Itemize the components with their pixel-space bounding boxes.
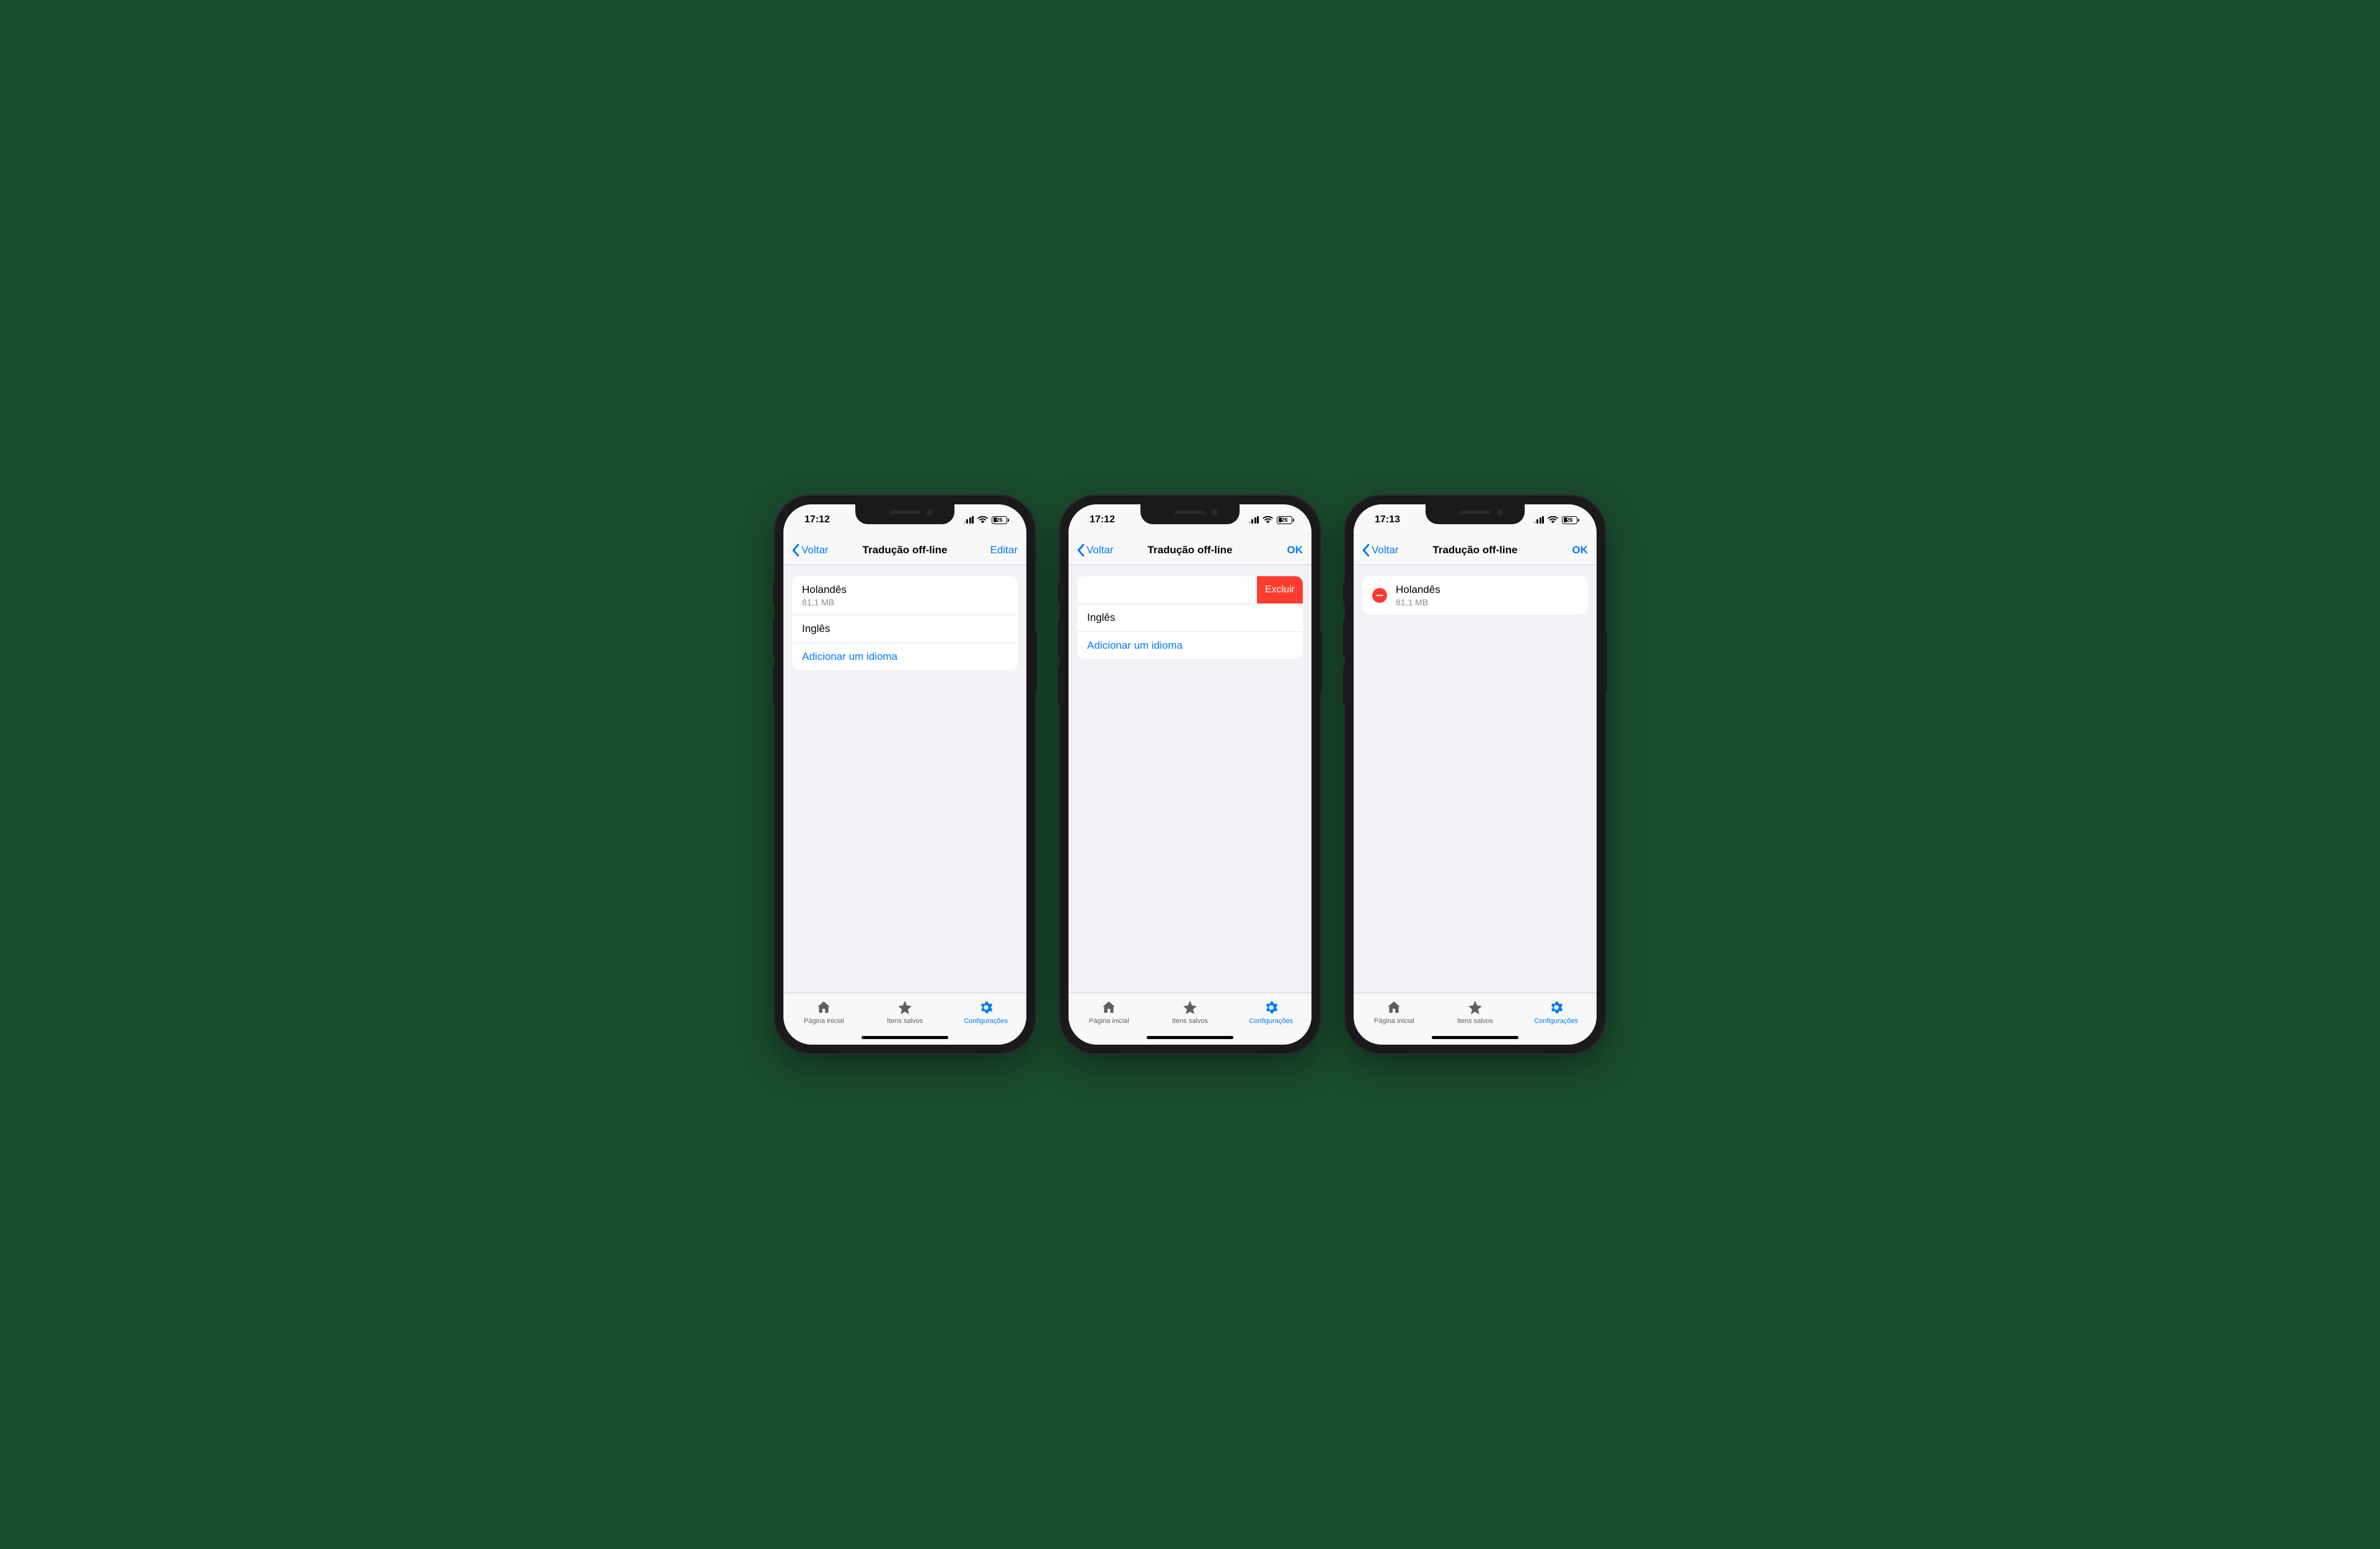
home-indicator[interactable]: [1432, 1036, 1518, 1039]
star-icon: [1182, 999, 1198, 1016]
tab-home[interactable]: Página inicial: [1354, 993, 1435, 1031]
notch: [1426, 504, 1525, 524]
signal-icon: [1249, 516, 1259, 524]
tab-label: Página inicial: [1089, 1017, 1129, 1025]
status-time: 17:12: [804, 514, 830, 525]
home-indicator[interactable]: [862, 1036, 948, 1039]
back-label: Voltar: [1372, 544, 1398, 556]
tab-label: Itens salvos: [1457, 1017, 1493, 1025]
tab-label: Itens salvos: [887, 1017, 923, 1025]
tab-gear[interactable]: Configurações: [945, 993, 1026, 1031]
back-button[interactable]: Voltar: [792, 543, 842, 557]
tab-star[interactable]: Itens salvos: [1435, 993, 1516, 1031]
row-title: Inglês: [802, 623, 1008, 635]
nav-action-button[interactable]: OK: [1538, 544, 1588, 556]
nav-bar: Voltar Tradução off-lineEditar: [783, 535, 1026, 565]
star-icon: [897, 999, 913, 1016]
gear-icon: [978, 999, 994, 1016]
add-language-row[interactable]: Adicionar um idioma: [1077, 632, 1303, 659]
content-area: Holandês81,1 MB: [1354, 565, 1597, 993]
back-button[interactable]: Voltar: [1362, 543, 1412, 557]
row-title-fragment: ês: [1077, 584, 1247, 596]
nav-action-button[interactable]: OK: [1253, 544, 1303, 556]
battery-icon: 26: [992, 516, 1009, 524]
status-time: 17:13: [1375, 514, 1400, 525]
nav-bar: Voltar Tradução off-lineOK: [1069, 535, 1311, 565]
home-icon: [1101, 999, 1117, 1016]
content-area: Holandês81,1 MB Inglês Adicionar um idioma: [783, 565, 1026, 993]
row-title: Adicionar um idioma: [802, 651, 1008, 663]
notch: [855, 504, 954, 524]
tab-label: Configurações: [1534, 1017, 1578, 1025]
tab-gear[interactable]: Configurações: [1515, 993, 1597, 1031]
battery-icon: 26: [1562, 516, 1579, 524]
language-row[interactable]: Holandês81,1 MB: [792, 576, 1018, 615]
wifi-icon: [977, 516, 988, 524]
signal-icon: [964, 516, 974, 524]
page-title: Tradução off-line: [1412, 544, 1538, 556]
gear-icon: [1548, 999, 1564, 1016]
back-label: Voltar: [801, 544, 828, 556]
chevron-left-icon: [792, 543, 800, 557]
back-label: Voltar: [1086, 544, 1113, 556]
phone-frame: 17:1226VoltarTradução off-lineOKêsExclui…: [1060, 496, 1320, 1053]
language-row-edit[interactable]: Holandês81,1 MB: [1362, 576, 1588, 615]
nav-bar: Voltar Tradução off-lineOK: [1354, 535, 1597, 565]
content-area: êsExcluirInglêsAdicionar um idioma: [1069, 565, 1311, 993]
page-title: Tradução off-line: [842, 544, 968, 556]
tab-label: Página inicial: [1374, 1017, 1414, 1025]
home-icon: [816, 999, 832, 1016]
chevron-left-icon: [1362, 543, 1370, 557]
language-row[interactable]: Inglês: [792, 615, 1018, 643]
page-title: Tradução off-line: [1127, 544, 1253, 556]
language-card: Holandês81,1 MB Inglês Adicionar um idioma: [792, 576, 1018, 670]
tab-label: Configurações: [1249, 1017, 1293, 1025]
language-row-swiped[interactable]: êsExcluir: [1077, 576, 1257, 604]
row-sub: 81,1 MB: [802, 597, 1008, 607]
status-time: 17:12: [1090, 514, 1115, 525]
tab-home[interactable]: Página inicial: [783, 993, 865, 1031]
minus-icon[interactable]: [1372, 588, 1387, 603]
back-button[interactable]: Voltar: [1077, 543, 1127, 557]
star-icon: [1467, 999, 1483, 1016]
language-row[interactable]: Inglês: [1077, 604, 1303, 632]
row-title: Inglês: [1087, 612, 1293, 624]
add-language-row[interactable]: Adicionar um idioma: [792, 643, 1018, 670]
wifi-icon: [1263, 516, 1273, 524]
gear-icon: [1263, 999, 1279, 1016]
delete-button[interactable]: Excluir: [1257, 576, 1303, 603]
language-card: êsExcluirInglêsAdicionar um idioma: [1077, 576, 1303, 659]
row-title: Adicionar um idioma: [1087, 639, 1293, 652]
nav-action-button[interactable]: Editar: [968, 544, 1018, 556]
tab-star[interactable]: Itens salvos: [865, 993, 946, 1031]
tab-label: Configurações: [964, 1017, 1008, 1025]
phone-frame: 17:12 26 Voltar Tradução off-lineEditar Hola…: [775, 496, 1035, 1053]
battery-icon: 26: [1277, 516, 1294, 524]
tab-label: Itens salvos: [1172, 1017, 1208, 1025]
phone-frame: 17:13 26 Voltar Tradução off-lineOK Holandês…: [1345, 496, 1605, 1053]
signal-icon: [1534, 516, 1545, 524]
wifi-icon: [1548, 516, 1558, 524]
chevron-left-icon: [1077, 543, 1085, 557]
tab-star[interactable]: Itens salvos: [1150, 993, 1231, 1031]
row-title: Holandês: [802, 584, 1008, 596]
tab-home[interactable]: Página inicial: [1069, 993, 1150, 1031]
language-card: Holandês81,1 MB: [1362, 576, 1588, 615]
tab-label: Página inicial: [804, 1017, 844, 1025]
row-title: Holandês: [1396, 584, 1578, 596]
notch: [1140, 504, 1240, 524]
row-sub: 81,1 MB: [1396, 597, 1578, 607]
home-icon: [1386, 999, 1402, 1016]
home-indicator[interactable]: [1147, 1036, 1233, 1039]
tab-gear[interactable]: Configurações: [1230, 993, 1311, 1031]
